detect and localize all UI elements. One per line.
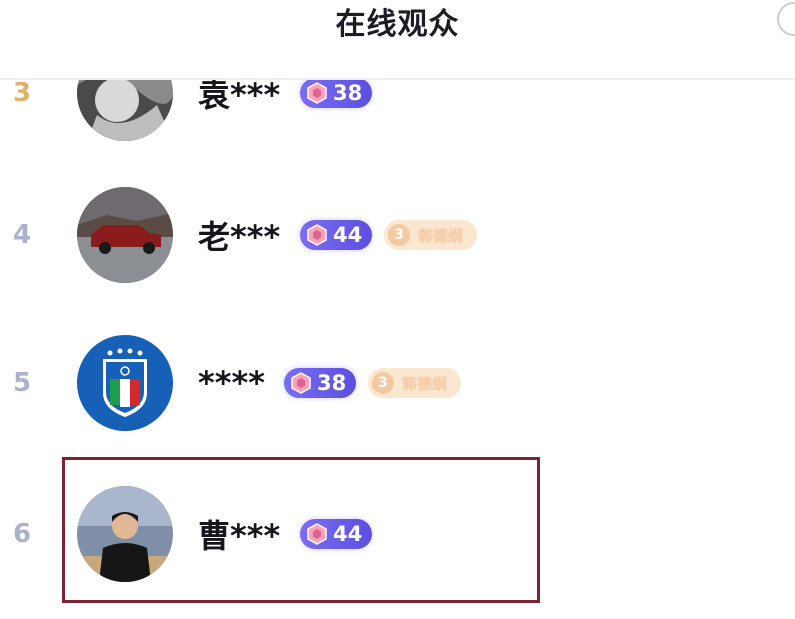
viewer-row[interactable]: 4 老*** 44 3 郭德纲 xyxy=(0,180,600,290)
fan-club-level: 3 xyxy=(388,224,410,246)
fan-club-level: 3 xyxy=(372,372,394,394)
fan-club-badge: 3 郭德纲 xyxy=(368,368,462,398)
viewer-row[interactable]: 5 **** 38 3 郭德纲 xyxy=(0,328,600,438)
level-number: 44 xyxy=(333,223,363,247)
level-badge: 38 xyxy=(284,368,357,398)
highlight-box xyxy=(62,457,540,603)
level-badge: 44 xyxy=(300,220,373,250)
gem-icon xyxy=(304,222,330,248)
avatar[interactable] xyxy=(77,335,173,431)
viewer-rank: 6 xyxy=(12,519,32,549)
level-number: 38 xyxy=(333,81,363,105)
fan-club-badge: 3 郭德纲 xyxy=(384,220,478,250)
header: 在线观众 xyxy=(0,0,795,80)
fan-club-name: 郭德纲 xyxy=(402,374,448,393)
page-title: 在线观众 xyxy=(335,7,460,42)
viewer-name: **** xyxy=(198,364,265,402)
level-badge: 38 xyxy=(300,78,373,108)
gem-icon xyxy=(288,370,314,396)
level-number: 38 xyxy=(317,371,347,395)
viewer-rank: 4 xyxy=(12,220,32,250)
viewer-name: 老*** xyxy=(198,218,281,256)
fan-club-name: 郭德纲 xyxy=(418,226,464,245)
gem-icon xyxy=(304,80,330,106)
viewer-rank: 3 xyxy=(12,78,32,108)
avatar[interactable] xyxy=(77,187,173,283)
viewer-rank: 5 xyxy=(12,368,32,398)
